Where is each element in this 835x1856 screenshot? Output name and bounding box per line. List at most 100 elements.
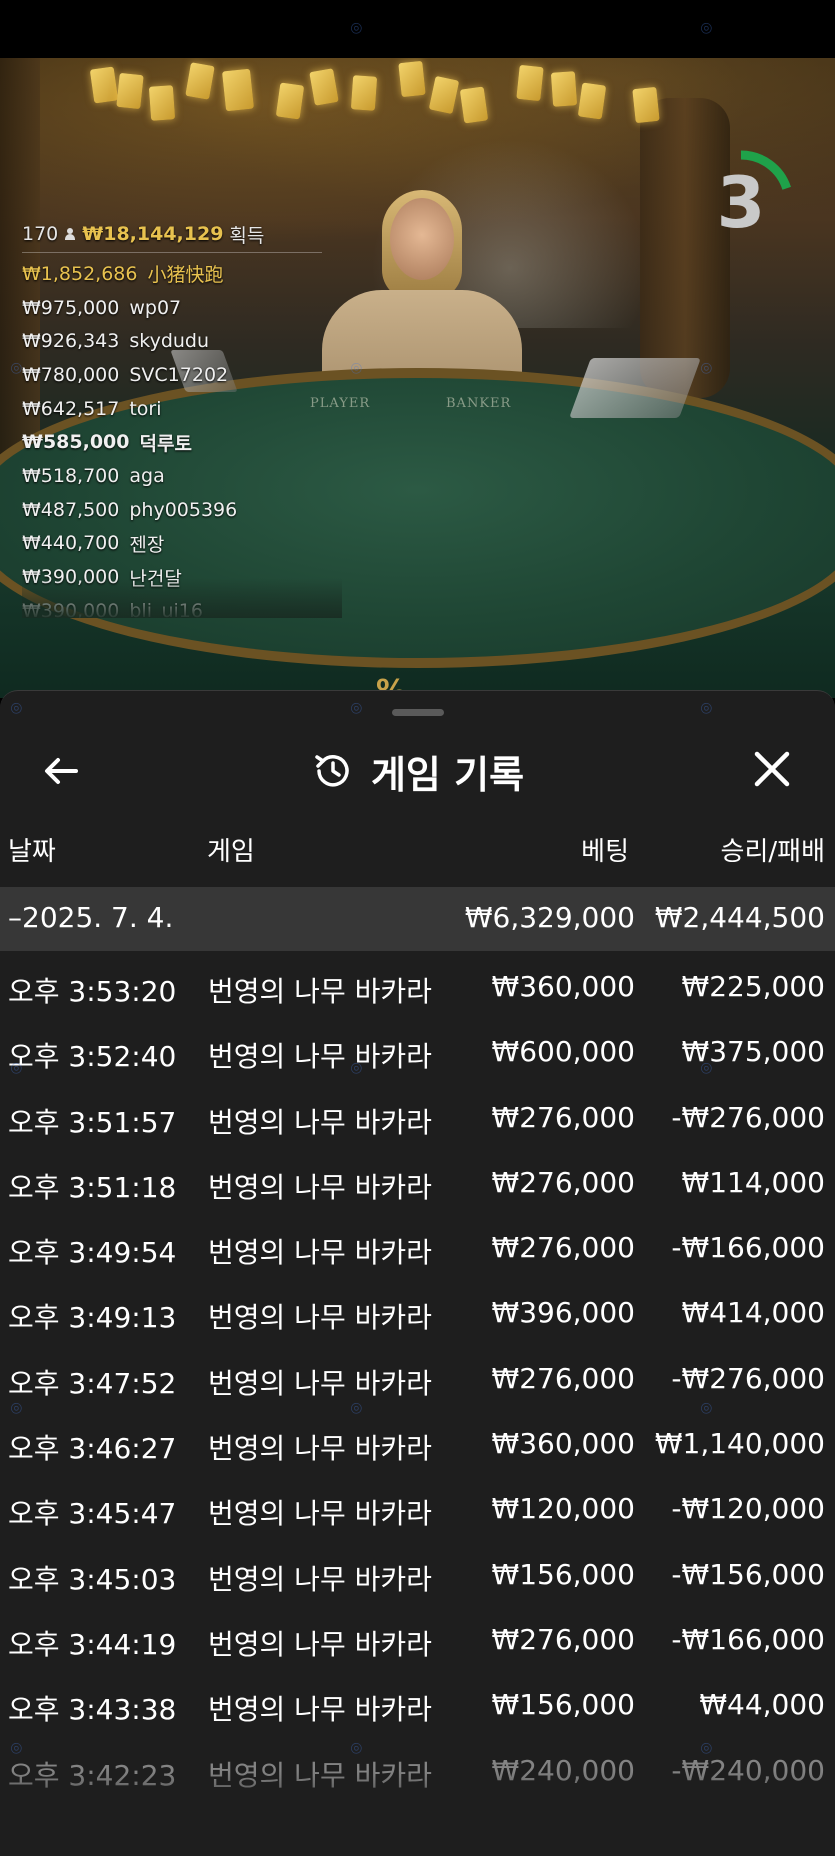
winner-amount: ₩440,700 [22, 532, 120, 555]
winners-earn-label: 획득 [229, 224, 265, 247]
close-icon [754, 751, 790, 787]
history-row[interactable]: 오후 3:46:27 번영의 나무 바카라 ₩360,000 ₩1,140,000 [0, 1410, 835, 1475]
winner-amount: ₩585,000 [22, 431, 130, 454]
card-decoration [550, 71, 578, 107]
history-result: ₩225,000 [681, 970, 825, 1003]
winner-row: ₩487,500 phy005396 [22, 493, 342, 527]
history-result: -₩276,000 [671, 1361, 825, 1395]
history-game: 번영의 나무 바카라 [208, 1301, 432, 1335]
card-decoration [89, 66, 119, 104]
summary-bet: ₩6,329,000 [464, 901, 635, 934]
history-row[interactable]: 오후 3:52:40 번영의 나무 바카라 ₩600,000 ₩375,000 [0, 1018, 835, 1083]
history-list: 오후 3:53:20 번영의 나무 바카라 ₩360,000 ₩225,000 오후 3… [0, 953, 835, 1802]
history-bet: ₩600,000 [491, 1035, 635, 1069]
winner-name: skydudu [129, 330, 210, 353]
history-time: 오후 3:49:13 [8, 1301, 177, 1335]
history-row[interactable]: 오후 3:45:47 번영의 나무 바카라 ₩120,000 -₩120,000 [0, 1475, 835, 1540]
winners-divider [22, 252, 322, 253]
history-result: ₩114,000 [681, 1165, 825, 1199]
person-icon [64, 228, 76, 240]
history-bet: ₩360,000 [491, 1427, 635, 1461]
card-decoration [459, 86, 489, 124]
history-row[interactable]: 오후 3:47:52 번영의 나무 바카라 ₩276,000 -₩276,000 [0, 1345, 835, 1410]
history-result: ₩44,000 [699, 1688, 825, 1722]
history-time: 오후 3:46:27 [8, 1432, 177, 1466]
winner-row: ₩975,000 wp07 [22, 291, 342, 325]
history-bet: ₩276,000 [491, 1100, 635, 1134]
history-result: ₩375,000 [681, 1035, 825, 1069]
history-bet: ₩396,000 [491, 1296, 635, 1330]
history-game: 번영의 나무 바카라 [208, 1236, 432, 1270]
history-row[interactable]: 오후 3:51:57 번영의 나무 바카라 ₩276,000 -₩276,000 [0, 1084, 835, 1149]
winner-name: tori [129, 397, 162, 420]
card-decoration [398, 60, 426, 98]
sheet-title: 게임 기록 [370, 752, 525, 797]
live-video[interactable]: PLAYER BANKER % 3 170 ₩18,144,129 획득 ₩1,… [0, 58, 835, 698]
card-decoration [350, 75, 378, 111]
winner-amount: ₩975,000 [22, 296, 120, 319]
history-game: 번영의 나무 바카라 [208, 975, 432, 1008]
timer-value: 3 [716, 162, 766, 244]
history-time: 오후 3:45:03 [8, 1562, 177, 1596]
card-shoe [569, 358, 701, 418]
winner-list: ₩1,852,686 小猪快跑 ₩975,000 wp07 ₩926,343 skydud… [22, 257, 342, 618]
banker-table-label: BANKER [446, 396, 512, 411]
history-result: ₩414,000 [681, 1296, 825, 1330]
history-result: -₩156,000 [671, 1557, 825, 1591]
history-bet: ₩156,000 [491, 1688, 635, 1722]
sheet-drag-handle[interactable] [392, 709, 444, 716]
history-game: 번영의 나무 바카라 [208, 1432, 432, 1466]
winner-name: 小猪快跑 [147, 264, 224, 287]
history-time: 오후 3:52:40 [8, 1040, 177, 1074]
history-time: 오후 3:51:57 [8, 1105, 177, 1139]
card-decoration [577, 82, 607, 120]
history-row[interactable]: 오후 3:53:20 번영의 나무 바카라 ₩360,000 ₩225,000 [0, 953, 835, 1018]
history-time: 오후 3:53:20 [8, 975, 177, 1008]
history-time: 오후 3:47:52 [8, 1366, 177, 1400]
history-time: 오후 3:49:54 [8, 1236, 177, 1270]
winner-row: ₩642,517 tori [22, 392, 342, 426]
winners-total: ₩18,144,129 [82, 223, 224, 245]
status-bar [0, 0, 835, 58]
winner-row: ₩440,700 젠장 [22, 527, 342, 561]
column-headers: 날짜 게임 베팅 승리/패배 [0, 819, 835, 875]
card-decoration [275, 82, 305, 120]
history-bet: ₩276,000 [491, 1231, 635, 1265]
close-button[interactable] [750, 747, 794, 791]
countdown-timer: 3 [688, 150, 794, 256]
history-game: 번영의 나무 바카라 [208, 1105, 432, 1139]
winner-row: ₩780,000 SVC17202 [22, 358, 342, 392]
history-row[interactable]: 오후 3:49:13 번영의 나무 바카라 ₩396,000 ₩414,000 [0, 1279, 835, 1344]
card-decoration [116, 72, 144, 110]
history-result: -₩276,000 [671, 1100, 825, 1134]
history-time: 오후 3:44:19 [8, 1627, 177, 1661]
history-row[interactable]: 오후 3:45:03 번영의 나무 바카라 ₩156,000 -₩156,000 [0, 1541, 835, 1606]
history-game: 번영의 나무 바카라 [208, 1366, 432, 1400]
history-result: -₩166,000 [671, 1231, 825, 1265]
winner-row: ₩1,852,686 小猪快跑 [22, 257, 342, 291]
history-result: -₩166,000 [671, 1622, 825, 1656]
history-bet: ₩360,000 [491, 970, 635, 1003]
winner-name: wp07 [129, 296, 182, 319]
history-result: -₩120,000 [671, 1492, 825, 1526]
history-time: 오후 3:51:18 [8, 1170, 177, 1204]
history-time: 오후 3:45:47 [8, 1497, 177, 1531]
card-decoration [632, 86, 660, 124]
column-header-date: 날짜 [8, 837, 56, 867]
history-row[interactable]: 오후 3:43:38 번영의 나무 바카라 ₩156,000 ₩44,000 [0, 1671, 835, 1736]
history-game: 번영의 나무 바카라 [208, 1693, 432, 1727]
date-summary-row[interactable]: –2025. 7. 4. ₩6,329,000 ₩2,444,500 [0, 887, 835, 951]
history-game: 번영의 나무 바카라 [208, 1497, 432, 1531]
history-row[interactable]: 오후 3:44:19 번영의 나무 바카라 ₩276,000 -₩166,000 [0, 1606, 835, 1671]
game-history-sheet: 게임 기록 날짜 게임 베팅 승리/패배 –2025. 7. 4. ₩6,329… [0, 690, 835, 1856]
history-icon [315, 755, 349, 787]
winner-name: 젠장 [129, 533, 165, 556]
winner-name: 덕루토 [139, 432, 192, 455]
history-row[interactable]: 오후 3:49:54 번영의 나무 바카라 ₩276,000 -₩166,000 [0, 1214, 835, 1279]
card-decoration [148, 85, 176, 121]
history-row[interactable]: 오후 3:51:18 번영의 나무 바카라 ₩276,000 ₩114,000 [0, 1149, 835, 1214]
history-game: 번영의 나무 바카라 [208, 1562, 432, 1596]
sheet-title-wrap: 게임 기록 [0, 731, 835, 811]
back-button[interactable] [40, 749, 84, 793]
arrow-left-icon [45, 758, 78, 784]
